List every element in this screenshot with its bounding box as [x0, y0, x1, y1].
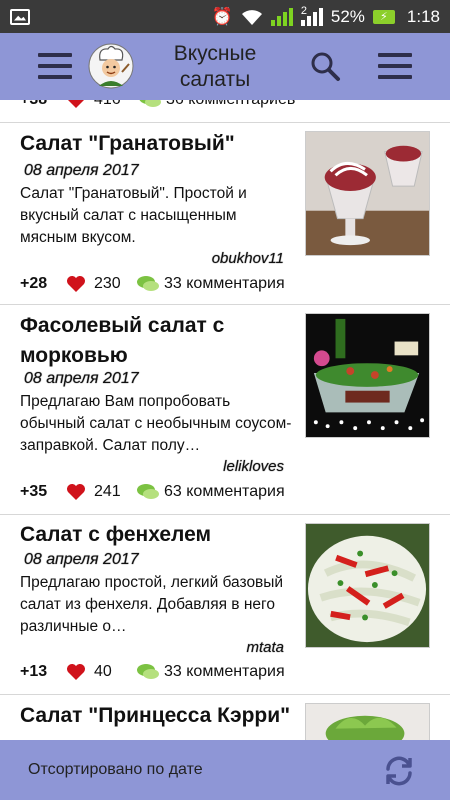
article-date: 08 апреля 2017 — [24, 551, 139, 568]
comments-count[interactable]: 33 комментария — [164, 663, 285, 681]
menu-icon[interactable] — [38, 53, 72, 79]
sim2-signal-icon: 2 — [300, 4, 323, 26]
likes-count: 230 — [94, 275, 121, 292]
signal-strength-icon — [270, 7, 293, 26]
rating-plus: +35 — [20, 483, 48, 500]
article-stats: +13 40 33 комментария — [20, 660, 310, 684]
heart-icon[interactable] — [66, 483, 86, 501]
heart-icon[interactable] — [66, 275, 86, 293]
article-description: Предлагаю простой, легкий базовый салат … — [20, 574, 284, 635]
list-item[interactable]: Салат "Принцесса Кэрри" — [0, 695, 450, 740]
article-thumbnail[interactable] — [305, 131, 430, 256]
comment-icon — [139, 100, 161, 107]
list-item[interactable]: Салат "Гранатовый" 08 апреля 2017 Салат … — [0, 123, 450, 303]
chef-logo — [88, 43, 134, 89]
article-author[interactable]: obukhov11 — [212, 250, 284, 267]
article-description: Салат "Гранатовый". Простой и вкусный са… — [20, 185, 247, 246]
clock: 1:18 — [406, 6, 440, 26]
article-date: 08 апреля 2017 — [24, 162, 139, 179]
article-description: Предлагаю Вам попробовать обычный салат … — [20, 393, 292, 454]
likes-count: 40 — [94, 663, 112, 680]
partial-item-stats: +38 416 36 комментариев — [0, 100, 450, 112]
rating-plus: +38 — [20, 100, 66, 109]
likes-count: 416 — [94, 100, 138, 109]
article-thumbnail[interactable] — [305, 703, 430, 740]
article-stats: +28 230 33 комментария — [20, 272, 310, 296]
wifi-icon — [241, 8, 263, 26]
comments-count[interactable]: 63 комментария — [164, 483, 285, 501]
list-icon[interactable] — [378, 53, 412, 79]
article-title[interactable]: Фасолевый салат с морковью — [20, 311, 295, 371]
list-item[interactable]: Фасолевый салат с морковью 08 апреля 201… — [0, 305, 450, 515]
app-title: Вкусные салаты — [173, 42, 257, 91]
list-item[interactable]: Салат с фенхелем 08 апреля 2017 Предлага… — [0, 515, 450, 695]
article-title[interactable]: Салат "Гранатовый" — [20, 129, 295, 159]
battery-percent: 52% — [330, 6, 365, 26]
sim-number: 2 — [300, 4, 307, 17]
heart-icon — [68, 100, 84, 108]
battery-charging-icon: ⚡ — [372, 9, 395, 24]
bottom-bar: Отсортировано по дате — [0, 740, 450, 800]
app-header: Вкусные салаты — [0, 33, 450, 100]
refresh-icon[interactable] — [382, 754, 416, 788]
recipe-feed[interactable]: +38 416 36 комментариев Салат "Гранатовы… — [0, 100, 450, 740]
article-title[interactable]: Салат "Принцесса Кэрри" — [20, 701, 295, 731]
search-icon[interactable] — [308, 49, 342, 83]
article-thumbnail[interactable] — [305, 313, 430, 438]
article-title[interactable]: Салат с фенхелем — [20, 520, 295, 550]
rating-plus: +13 — [20, 663, 48, 680]
alarm-icon: ⏰ — [211, 6, 233, 26]
article-stats: +35 241 63 комментария — [20, 480, 310, 504]
status-bar: ⏰ 2 52% ⚡ 1:18 — [0, 0, 450, 33]
likes-count: 241 — [94, 483, 121, 500]
article-author[interactable]: mtata — [246, 639, 284, 656]
article-author[interactable]: lelikloves — [223, 458, 284, 475]
comment-icon[interactable] — [136, 275, 160, 293]
comments-count[interactable]: 33 комментария — [164, 275, 285, 293]
comments-count: 36 комментариев — [166, 100, 295, 109]
sort-label[interactable]: Отсортировано по дате — [28, 761, 203, 779]
heart-icon[interactable] — [66, 663, 86, 681]
article-thumbnail[interactable] — [305, 523, 430, 648]
status-icons: ⏰ 2 52% ⚡ 1:18 — [212, 0, 440, 33]
comment-icon[interactable] — [136, 483, 160, 501]
article-date: 08 апреля 2017 — [24, 370, 139, 387]
rating-plus: +28 — [20, 275, 48, 292]
gallery-notification-icon — [10, 8, 30, 25]
comment-icon[interactable] — [136, 663, 160, 681]
